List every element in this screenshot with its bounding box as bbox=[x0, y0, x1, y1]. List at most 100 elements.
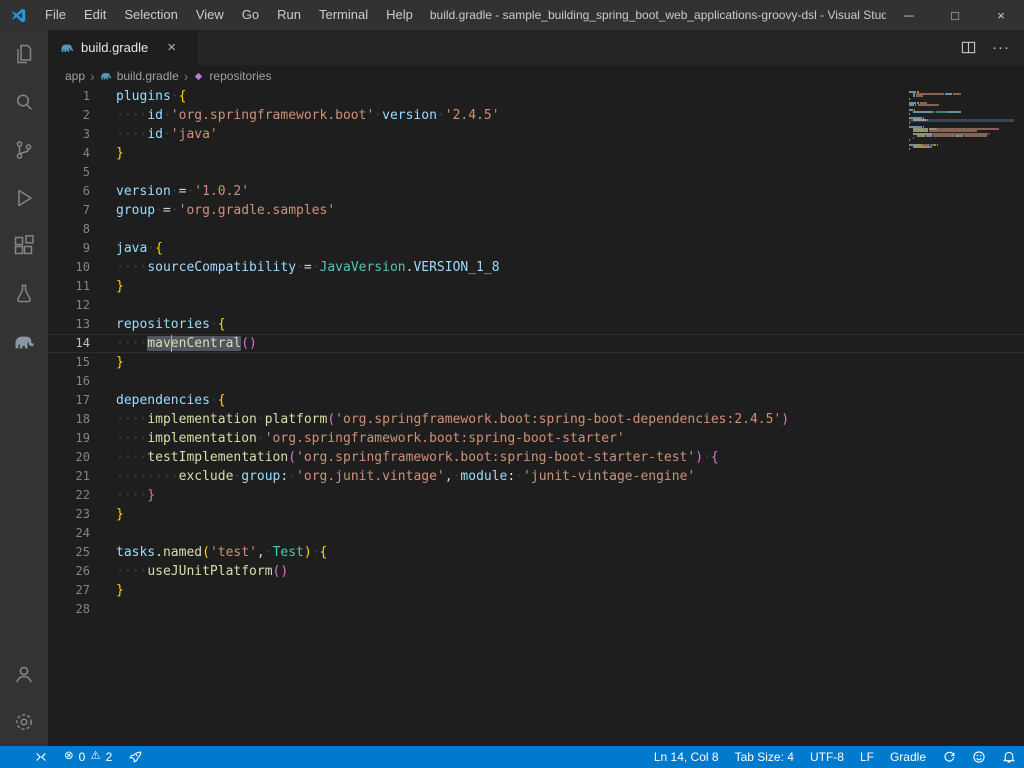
remote-indicator[interactable] bbox=[26, 746, 56, 768]
menu-view[interactable]: View bbox=[187, 0, 233, 30]
line-number[interactable]: 22 bbox=[48, 486, 116, 505]
code-text: group·=·'org.gradle.samples' bbox=[116, 201, 1024, 220]
line-number[interactable]: 9 bbox=[48, 239, 116, 258]
line-number[interactable]: 6 bbox=[48, 182, 116, 201]
line-number[interactable]: 16 bbox=[48, 372, 116, 391]
tab-close-icon[interactable]: × bbox=[167, 40, 176, 55]
menu-go[interactable]: Go bbox=[233, 0, 268, 30]
language-mode[interactable]: Gradle bbox=[882, 746, 934, 768]
code-line-3[interactable]: 3····id·'java' bbox=[48, 125, 1024, 144]
line-number[interactable]: 15 bbox=[48, 353, 116, 372]
code-editor[interactable]: 1plugins·{2····id·'org.springframework.b… bbox=[48, 87, 1024, 746]
line-number[interactable]: 3 bbox=[48, 125, 116, 144]
code-line-14[interactable]: 14····mavenCentral() bbox=[48, 334, 1024, 353]
line-number[interactable]: 12 bbox=[48, 296, 116, 315]
breadcrumb-file[interactable]: build.gradle bbox=[117, 69, 179, 83]
code-line-1[interactable]: 1plugins·{ bbox=[48, 87, 1024, 106]
line-number[interactable]: 18 bbox=[48, 410, 116, 429]
maximize-button[interactable]: □ bbox=[932, 0, 978, 30]
code-line-23[interactable]: 23} bbox=[48, 505, 1024, 524]
explorer-icon[interactable] bbox=[0, 30, 48, 78]
task-status[interactable] bbox=[120, 746, 150, 768]
extensions-icon[interactable] bbox=[0, 222, 48, 270]
line-number[interactable]: 10 bbox=[48, 258, 116, 277]
close-button[interactable]: × bbox=[978, 0, 1024, 30]
breadcrumb-folder[interactable]: app bbox=[65, 69, 85, 83]
code-line-2[interactable]: 2····id·'org.springframework.boot'·versi… bbox=[48, 106, 1024, 125]
code-line-15[interactable]: 15} bbox=[48, 353, 1024, 372]
line-number[interactable]: 5 bbox=[48, 163, 116, 182]
accounts-icon[interactable] bbox=[0, 650, 48, 698]
code-line-28[interactable]: 28 bbox=[48, 600, 1024, 619]
line-number[interactable]: 17 bbox=[48, 391, 116, 410]
code-line-11[interactable]: 11} bbox=[48, 277, 1024, 296]
tab-build-gradle[interactable]: build.gradle × bbox=[48, 30, 198, 65]
line-number[interactable]: 2 bbox=[48, 106, 116, 125]
source-control-icon[interactable] bbox=[0, 126, 48, 174]
eol-sequence[interactable]: LF bbox=[852, 746, 882, 768]
code-line-25[interactable]: 25tasks.named('test',·Test)·{ bbox=[48, 543, 1024, 562]
code-line-4[interactable]: 4} bbox=[48, 144, 1024, 163]
code-line-17[interactable]: 17dependencies·{ bbox=[48, 391, 1024, 410]
search-icon[interactable] bbox=[0, 78, 48, 126]
code-line-7[interactable]: 7group·=·'org.gradle.samples' bbox=[48, 201, 1024, 220]
line-number[interactable]: 1 bbox=[48, 87, 116, 106]
code-line-27[interactable]: 27} bbox=[48, 581, 1024, 600]
code-line-9[interactable]: 9java·{ bbox=[48, 239, 1024, 258]
line-number[interactable]: 20 bbox=[48, 448, 116, 467]
code-line-26[interactable]: 26····useJUnitPlatform() bbox=[48, 562, 1024, 581]
split-editor-icon[interactable] bbox=[961, 40, 976, 55]
code-line-13[interactable]: 13repositories·{ bbox=[48, 315, 1024, 334]
line-number[interactable]: 27 bbox=[48, 581, 116, 600]
code-line-12[interactable]: 12 bbox=[48, 296, 1024, 315]
menu-help[interactable]: Help bbox=[377, 0, 422, 30]
menu-terminal[interactable]: Terminal bbox=[310, 0, 377, 30]
code-text: } bbox=[116, 353, 1024, 372]
run-debug-icon[interactable] bbox=[0, 174, 48, 222]
testing-icon[interactable] bbox=[0, 270, 48, 318]
line-number[interactable]: 8 bbox=[48, 220, 116, 239]
line-number[interactable]: 21 bbox=[48, 467, 116, 486]
code-line-18[interactable]: 18····implementation·platform('org.sprin… bbox=[48, 410, 1024, 429]
menu-run[interactable]: Run bbox=[268, 0, 310, 30]
more-actions-icon[interactable]: ··· bbox=[992, 39, 1010, 56]
code-line-16[interactable]: 16 bbox=[48, 372, 1024, 391]
line-number[interactable]: 4 bbox=[48, 144, 116, 163]
code-line-8[interactable]: 8 bbox=[48, 220, 1024, 239]
code-line-10[interactable]: 10····sourceCompatibility·=·JavaVersion.… bbox=[48, 258, 1024, 277]
breadcrumb-symbol[interactable]: repositories bbox=[209, 69, 271, 83]
menu-edit[interactable]: Edit bbox=[75, 0, 115, 30]
main-area: build.gradle × ··· app › build.gradle › bbox=[0, 30, 1024, 746]
line-number[interactable]: 24 bbox=[48, 524, 116, 543]
notifications[interactable] bbox=[994, 746, 1024, 768]
gradle-extension-icon[interactable] bbox=[0, 318, 48, 366]
line-number[interactable]: 11 bbox=[48, 277, 116, 296]
code-line-24[interactable]: 24 bbox=[48, 524, 1024, 543]
minimap[interactable] bbox=[904, 87, 1024, 156]
feedback[interactable] bbox=[964, 746, 994, 768]
cursor-position[interactable]: Ln 14, Col 8 bbox=[646, 746, 727, 768]
line-number[interactable]: 7 bbox=[48, 201, 116, 220]
line-number[interactable]: 26 bbox=[48, 562, 116, 581]
code-line-5[interactable]: 5 bbox=[48, 163, 1024, 182]
menu-file[interactable]: File bbox=[36, 0, 75, 30]
problems-indicator[interactable]: ⊗ 0 ⚠ 2 bbox=[56, 746, 120, 768]
code-line-6[interactable]: 6version·=·'1.0.2' bbox=[48, 182, 1024, 201]
code-line-19[interactable]: 19····implementation·'org.springframewor… bbox=[48, 429, 1024, 448]
minimize-button[interactable]: ─ bbox=[886, 0, 932, 30]
code-line-20[interactable]: 20····testImplementation('org.springfram… bbox=[48, 448, 1024, 467]
code-line-21[interactable]: 21········exclude·group:·'org.junit.vint… bbox=[48, 467, 1024, 486]
indentation[interactable]: Tab Size: 4 bbox=[727, 746, 802, 768]
line-number[interactable]: 23 bbox=[48, 505, 116, 524]
encoding[interactable]: UTF-8 bbox=[802, 746, 852, 768]
code-line-22[interactable]: 22····} bbox=[48, 486, 1024, 505]
line-number[interactable]: 14 bbox=[48, 334, 116, 353]
line-number[interactable]: 25 bbox=[48, 543, 116, 562]
symbol-method-icon bbox=[193, 71, 204, 82]
settings-gear-icon[interactable] bbox=[0, 698, 48, 746]
line-number[interactable]: 19 bbox=[48, 429, 116, 448]
sync-status[interactable] bbox=[934, 746, 964, 768]
line-number[interactable]: 28 bbox=[48, 600, 116, 619]
line-number[interactable]: 13 bbox=[48, 315, 116, 334]
menu-selection[interactable]: Selection bbox=[115, 0, 186, 30]
